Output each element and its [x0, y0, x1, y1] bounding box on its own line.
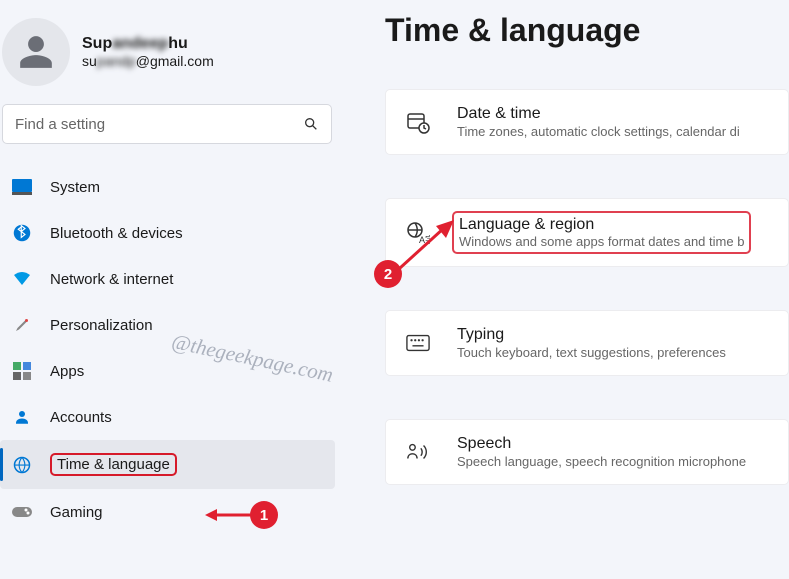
search-input[interactable]	[15, 116, 303, 133]
nav-item-system[interactable]: System	[0, 164, 335, 210]
page-title: Time & language	[385, 12, 789, 49]
gaming-icon	[12, 502, 32, 522]
card-speech[interactable]: Speech Speech language, speech recogniti…	[385, 419, 789, 485]
annotation-arrow-2	[398, 220, 458, 272]
nav-item-accounts[interactable]: Accounts	[0, 394, 335, 440]
nav-item-gaming[interactable]: Gaming	[0, 489, 335, 535]
card-title: Speech	[457, 435, 746, 453]
highlight-language-region: Language & region Windows and some apps …	[452, 211, 751, 254]
nav-item-apps[interactable]: Apps	[0, 348, 335, 394]
wifi-icon	[12, 269, 32, 289]
system-icon	[12, 177, 32, 197]
nav-label: Accounts	[50, 409, 112, 426]
card-subtitle: Speech language, speech recognition micr…	[457, 454, 746, 469]
avatar	[2, 18, 70, 86]
nav-label: Bluetooth & devices	[50, 225, 183, 242]
time-language-icon	[12, 455, 32, 475]
search-icon	[303, 116, 319, 132]
speech-icon	[406, 440, 430, 464]
calendar-clock-icon	[406, 110, 430, 134]
card-date-time[interactable]: Date & time Time zones, automatic clock …	[385, 89, 789, 155]
nav-label: System	[50, 179, 100, 196]
card-title: Language & region	[459, 216, 744, 234]
search-input-container[interactable]	[2, 104, 332, 144]
card-subtitle: Time zones, automatic clock settings, ca…	[457, 124, 740, 139]
brush-icon	[12, 315, 32, 335]
nav-item-bluetooth[interactable]: Bluetooth & devices	[0, 210, 335, 256]
profile-email: supandp@gmail.com	[82, 53, 214, 69]
card-typing[interactable]: Typing Touch keyboard, text suggestions,…	[385, 310, 789, 376]
nav-label: Network & internet	[50, 271, 173, 288]
apps-icon	[12, 361, 32, 381]
profile-block[interactable]: Supandeephu supandp@gmail.com	[0, 0, 335, 104]
annotation-arrow-1	[205, 506, 253, 524]
nav-item-personalization[interactable]: Personalization	[0, 302, 335, 348]
card-subtitle: Touch keyboard, text suggestions, prefer…	[457, 345, 726, 360]
nav-label-highlighted: Time & language	[50, 453, 177, 476]
person-icon	[17, 33, 55, 71]
keyboard-icon	[406, 331, 430, 355]
nav-item-network[interactable]: Network & internet	[0, 256, 335, 302]
card-title: Date & time	[457, 105, 740, 123]
nav-item-time-language[interactable]: Time & language	[0, 440, 335, 489]
annotation-badge-1: 1	[250, 501, 278, 529]
bluetooth-icon	[12, 223, 32, 243]
card-title: Typing	[457, 326, 726, 344]
card-subtitle: Windows and some apps format dates and t…	[459, 234, 744, 249]
nav-label: Gaming	[50, 504, 103, 521]
accounts-icon	[12, 407, 32, 427]
nav-label: Personalization	[50, 317, 153, 334]
profile-name: Supandeephu	[82, 35, 214, 53]
nav-label: Apps	[50, 363, 84, 380]
